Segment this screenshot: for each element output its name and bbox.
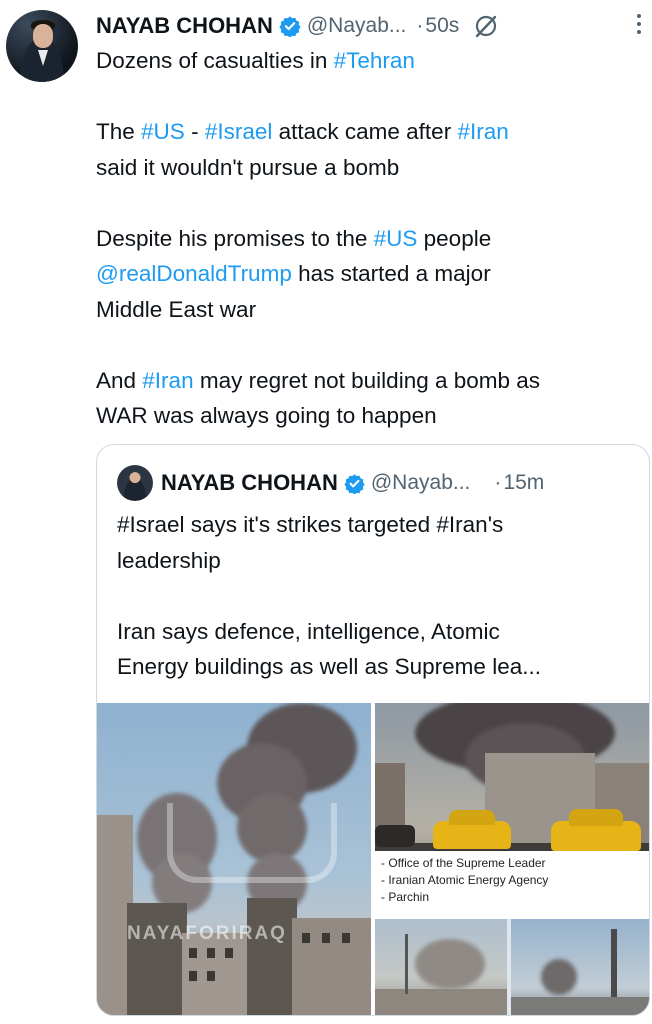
- quoted-tweet-card[interactable]: NAYAB CHOHAN @Nayab... · 15m #Israel say…: [96, 444, 650, 1016]
- author-avatar[interactable]: [6, 10, 78, 82]
- media-image-smoke-skyline[interactable]: NAYAFORIRAQ: [97, 703, 371, 1015]
- verified-badge-icon: [344, 473, 365, 494]
- quoted-timestamp: 15m: [503, 471, 545, 494]
- image-caption: - Office of the Supreme Leader - Iranian…: [375, 851, 649, 915]
- media-image-street-smoke[interactable]: - Office of the Supreme Leader - Iranian…: [375, 703, 649, 915]
- hashtag-link[interactable]: #Iran: [142, 368, 193, 393]
- quoted-author-name: NAYAB CHOHAN: [161, 470, 338, 495]
- tweet-header: NAYAB CHOHAN @Nayab... · 50s: [96, 8, 652, 44]
- image-watermark: NAYAFORIRAQ: [127, 923, 287, 944]
- media-thumbnail[interactable]: [375, 919, 507, 1015]
- more-options-icon[interactable]: [636, 14, 642, 38]
- mention-link[interactable]: @realDonaldTrump: [96, 261, 292, 286]
- quoted-author-handle: @Nayab...: [370, 471, 471, 494]
- hashtag-link[interactable]: #US: [374, 226, 418, 251]
- media-image-thumbnails[interactable]: [375, 919, 649, 1015]
- verified-badge-icon: [279, 16, 301, 37]
- grok-icon[interactable]: [473, 13, 499, 39]
- separator-dot: ·: [416, 14, 424, 37]
- hashtag-link[interactable]: #Tehran: [334, 48, 415, 73]
- quoted-tweet-header: NAYAB CHOHAN @Nayab... · 15m: [117, 465, 544, 501]
- quoted-author-avatar: [117, 465, 153, 501]
- quoted-tweet-body: #Israel says it's strikes targeted #Iran…: [117, 512, 541, 679]
- tweet-body: Dozens of casualties in #Tehran The #US …: [96, 48, 541, 428]
- separator-dot: ·: [494, 471, 502, 494]
- hashtag-link[interactable]: #US: [141, 119, 185, 144]
- author-handle[interactable]: @Nayab...: [307, 14, 407, 38]
- hashtag-link[interactable]: #Iran: [457, 119, 508, 144]
- media-thumbnail[interactable]: [511, 919, 649, 1015]
- tweet-timestamp[interactable]: 50s: [425, 14, 459, 38]
- hashtag-link[interactable]: #Israel: [205, 119, 273, 144]
- author-name[interactable]: NAYAB CHOHAN: [96, 13, 273, 39]
